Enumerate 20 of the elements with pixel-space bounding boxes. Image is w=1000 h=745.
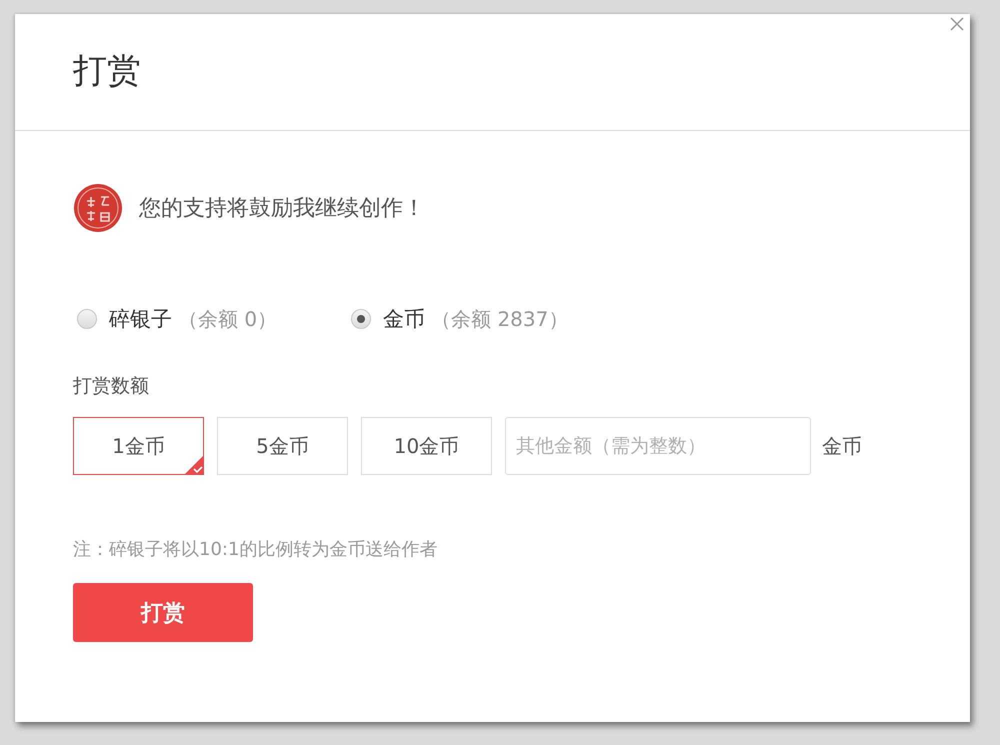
balance-text: （余额 2837）	[431, 306, 568, 332]
close-button[interactable]	[948, 15, 966, 33]
unit-label: 金币	[822, 432, 862, 460]
note-text: 注：碎银子将以10:1的比例转为金币送给作者	[73, 538, 438, 561]
support-message: 您的支持将鼓励我继续创作！	[139, 195, 425, 223]
radio-button[interactable]	[77, 309, 97, 329]
custom-amount-input[interactable]: 其他金额（需为整数）	[505, 417, 811, 475]
amount-option-button[interactable]: 5金币	[217, 417, 348, 475]
close-icon	[950, 17, 964, 31]
reward-submit-button[interactable]: 打赏	[73, 583, 253, 642]
currency-name: 碎银子	[109, 306, 172, 333]
currency-name: 金币	[383, 306, 426, 333]
amount-label: 打赏数额	[73, 374, 149, 399]
balance-text: （余额 0）	[178, 306, 278, 332]
selected-check-icon	[184, 455, 204, 475]
seal-badge-icon	[73, 183, 123, 233]
amount-option-button[interactable]: 10金币	[361, 417, 492, 475]
amount-option-button[interactable]: 1金币	[73, 417, 204, 475]
dialog-title: 打赏	[73, 50, 141, 92]
radio-button[interactable]	[351, 309, 372, 329]
